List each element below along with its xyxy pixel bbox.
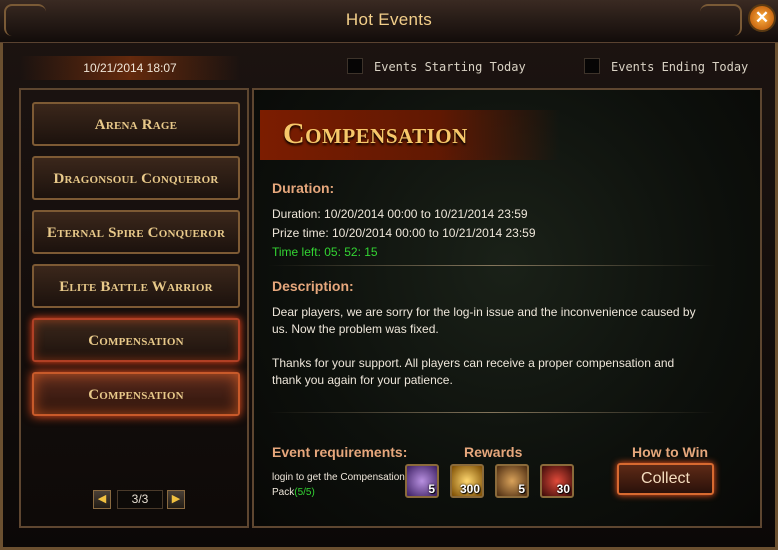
event-item-elite-battle-warrior[interactable]: Elite Battle Warrior bbox=[32, 264, 240, 308]
scroll-icon[interactable]: 5 bbox=[405, 464, 439, 498]
reward-quantity: 30 bbox=[556, 482, 570, 496]
rewards-heading: Rewards bbox=[464, 444, 523, 460]
starting-today-checkbox[interactable] bbox=[347, 58, 363, 74]
duration-text: Duration: 10/20/2014 00:00 to 10/21/2014… bbox=[272, 207, 528, 221]
description-line: Dear players, we are sorry for the log-i… bbox=[272, 305, 696, 319]
starting-today-label: Events Starting Today bbox=[374, 60, 526, 74]
pagination: ◀ 3/3 ▶ bbox=[93, 490, 193, 510]
description-line: us. Now the problem was fixed. bbox=[272, 322, 439, 336]
collect-button[interactable]: Collect bbox=[617, 463, 714, 495]
gold-coin-icon[interactable]: 300 bbox=[450, 464, 484, 498]
divider bbox=[268, 265, 716, 266]
corner-ornament-icon bbox=[700, 4, 742, 36]
requirement-description: login to get the Compensation Pack bbox=[272, 472, 405, 498]
description-line: thank you again for your patience. bbox=[272, 373, 453, 387]
event-item-label: Arena Rage bbox=[94, 117, 178, 133]
close-button[interactable]: ✕ bbox=[748, 4, 776, 32]
description-line: Thanks for your support. All players can… bbox=[272, 356, 675, 370]
event-item-label: Compensation bbox=[88, 387, 184, 403]
event-item-label: Compensation bbox=[88, 333, 184, 349]
ending-today-label: Events Ending Today bbox=[611, 60, 749, 74]
event-list-panel: Arena Rage Dragonsoul Conqueror Eternal … bbox=[19, 88, 249, 528]
reward-quantity: 5 bbox=[428, 482, 435, 496]
current-datetime: 10/21/2014 18:07 bbox=[83, 61, 177, 75]
reward-quantity: 300 bbox=[459, 482, 480, 496]
title-bar: Hot Events bbox=[0, 0, 778, 43]
duration-heading: Duration: bbox=[272, 180, 335, 196]
event-item-arena-rage[interactable]: Arena Rage bbox=[32, 102, 240, 146]
event-title: Compensation bbox=[283, 117, 468, 150]
how-to-win-heading: How to Win bbox=[632, 444, 709, 460]
divider bbox=[268, 412, 716, 413]
next-page-button[interactable]: ▶ bbox=[167, 490, 185, 509]
description-heading: Description: bbox=[272, 278, 354, 294]
time-left-text: Time left: 05: 52: 15 bbox=[272, 245, 378, 259]
ending-today-checkbox[interactable] bbox=[584, 58, 600, 74]
datetime-banner: 10/21/2014 18:07 bbox=[20, 56, 240, 80]
page-indicator: 3/3 bbox=[117, 490, 163, 509]
corner-ornament-icon bbox=[4, 4, 46, 36]
event-item-compensation-selected[interactable]: Compensation bbox=[32, 372, 240, 416]
event-item-eternal-spire-conqueror[interactable]: Eternal Spire Conqueror bbox=[32, 210, 240, 254]
event-item-dragonsoul-conqueror[interactable]: Dragonsoul Conqueror bbox=[32, 156, 240, 200]
treasure-chest-icon[interactable]: 5 bbox=[495, 464, 529, 498]
reward-quantity: 5 bbox=[518, 482, 525, 496]
requirement-text: login to get the Compensation Pack(5/5) bbox=[272, 470, 407, 500]
event-item-label: Dragonsoul Conqueror bbox=[53, 171, 219, 187]
requirements-heading: Event requirements: bbox=[272, 444, 408, 460]
window-title: Hot Events bbox=[345, 10, 433, 29]
event-item-label: Elite Battle Warrior bbox=[59, 279, 213, 295]
gift-box-icon[interactable]: 30 bbox=[540, 464, 574, 498]
prize-time-text: Prize time: 10/20/2014 00:00 to 10/21/20… bbox=[272, 226, 536, 240]
requirement-progress: (5/5) bbox=[294, 487, 315, 498]
event-item-compensation[interactable]: Compensation bbox=[32, 318, 240, 362]
event-item-label: Eternal Spire Conqueror bbox=[46, 225, 226, 241]
prev-page-button[interactable]: ◀ bbox=[93, 490, 111, 509]
